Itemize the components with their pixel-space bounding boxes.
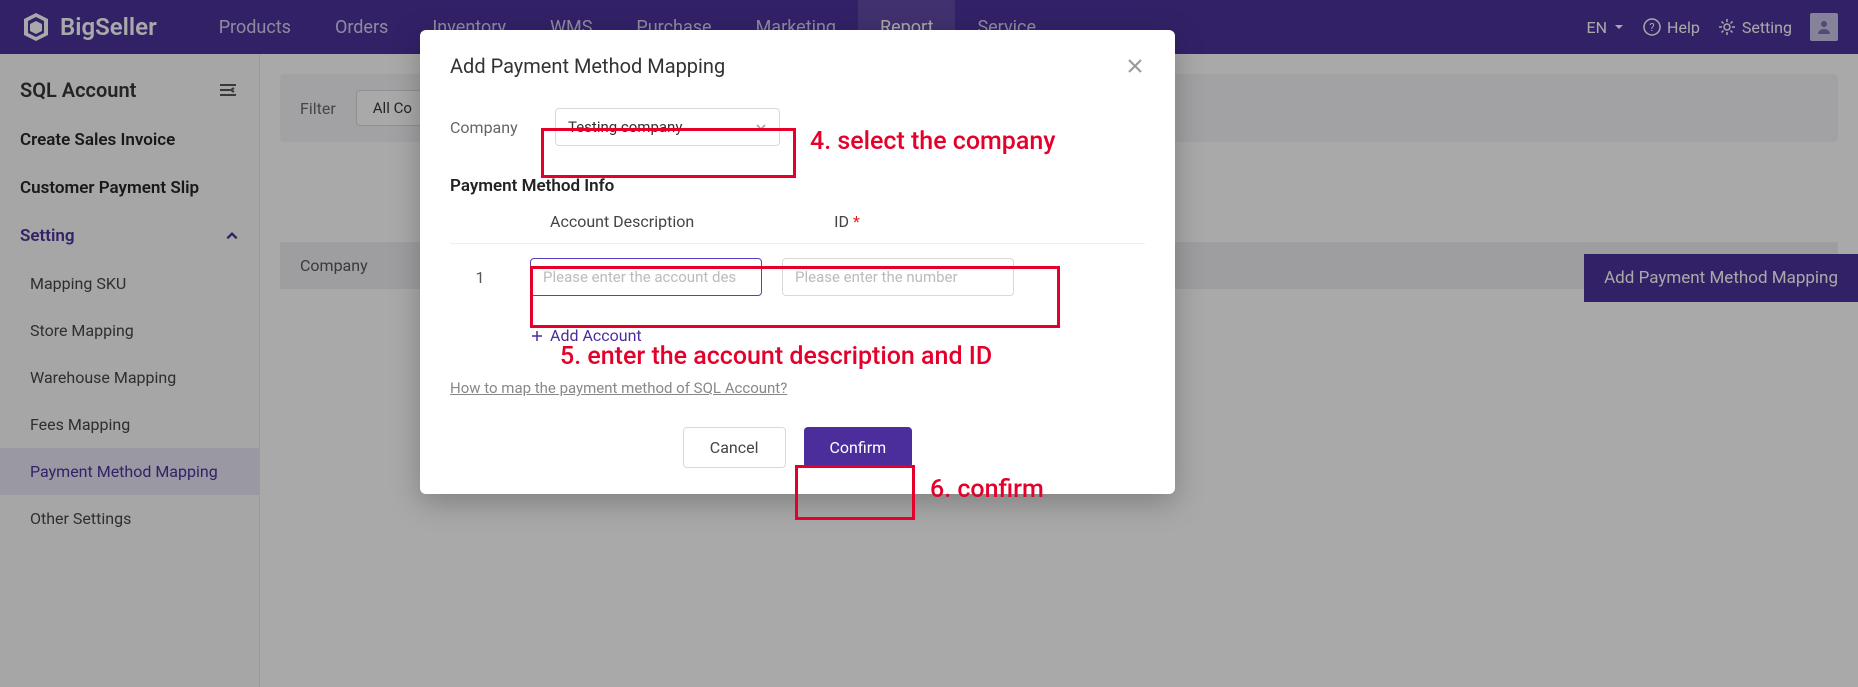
modal-title: Add Payment Method Mapping [450,54,725,78]
help-link-map-payment[interactable]: How to map the payment method of SQL Acc… [450,379,787,397]
company-label: Company [450,118,530,137]
account-row: 1 [450,243,1145,310]
cancel-button[interactable]: Cancel [683,427,786,468]
close-icon[interactable] [1125,56,1145,76]
plus-icon [530,329,544,343]
company-select[interactable]: Testing company [555,108,780,146]
account-description-input[interactable] [530,258,762,296]
account-id-input[interactable] [782,258,1014,296]
column-headers: Account Description ID* [450,212,1145,231]
company-select-value: Testing company [568,118,682,136]
col-account-description: Account Description [550,212,694,231]
add-payment-method-modal: Add Payment Method Mapping Company Testi… [420,30,1175,494]
payment-method-info-title: Payment Method Info [450,176,1145,196]
add-account-button[interactable]: Add Account [450,310,1145,355]
col-id: ID* [834,212,860,231]
confirm-button[interactable]: Confirm [804,427,913,468]
row-index: 1 [450,268,510,287]
add-account-label: Add Account [550,326,642,345]
chevron-down-icon [755,121,767,133]
